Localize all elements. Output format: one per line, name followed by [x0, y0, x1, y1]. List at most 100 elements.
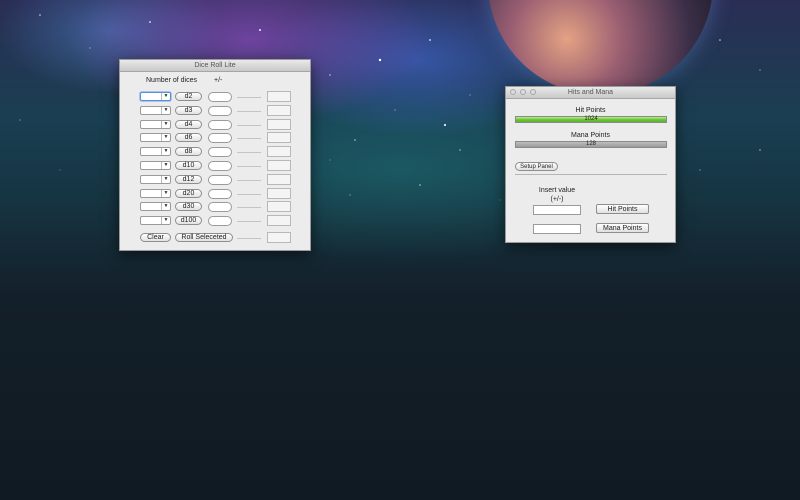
roll-d8-button[interactable]: d8 [175, 147, 202, 157]
roll-result-box [267, 132, 291, 144]
roll-result-box [267, 146, 291, 158]
result-separator [237, 110, 261, 112]
chevron-down-icon[interactable]: ▼ [161, 175, 170, 183]
chevron-down-icon[interactable]: ▼ [161, 120, 170, 128]
hit-points-label: Hit Points [575, 107, 606, 114]
insert-value-label: Insert value [538, 187, 576, 194]
dice-row-d30: ▼ d30 [120, 201, 310, 213]
roll-selected-button[interactable]: Roll Seleceted [175, 233, 233, 242]
roll-result-box [267, 201, 291, 213]
dice-count-combo[interactable]: ▼ [140, 119, 171, 129]
roll-d12-button[interactable]: d12 [175, 174, 202, 184]
mana-points-label: Mana Points [571, 132, 610, 139]
modifier-field[interactable] [208, 188, 232, 199]
result-separator [237, 138, 261, 140]
mana-points-bar: 128 [515, 141, 667, 148]
dice-count-combo[interactable]: ▼ [140, 188, 171, 198]
zoom-window-button[interactable] [530, 89, 536, 95]
hm-window-titlebar[interactable]: Hits and Mana [506, 87, 675, 99]
dice-actions-row: Clear Roll Seleceted [120, 232, 310, 244]
roll-result-box [267, 91, 291, 102]
result-separator [237, 207, 261, 209]
total-result-box [267, 232, 291, 243]
chevron-down-icon[interactable]: ▼ [161, 189, 170, 197]
dice-row-d3: ▼ d3 [120, 104, 310, 117]
roll-d3-button[interactable]: d3 [175, 105, 202, 115]
roll-result-box [267, 215, 291, 227]
roll-result-box [267, 104, 291, 116]
dice-row-d100: ▼ d100 [120, 215, 310, 227]
dice-row-d12: ▼ d12 [120, 173, 310, 186]
dice-count-combo[interactable]: ▼ [140, 133, 171, 143]
dice-count-combo[interactable]: ▼ [140, 161, 171, 170]
dice-row-d8: ▼ d8 [120, 146, 310, 158]
dice-count-combo[interactable]: ▼ [140, 216, 171, 226]
window-controls [510, 89, 536, 95]
mana-points-input[interactable] [533, 224, 581, 234]
result-separator [237, 221, 261, 223]
roll-d4-button[interactable]: d4 [175, 119, 202, 129]
dice-count-combo[interactable]: ▼ [140, 92, 171, 101]
roll-result-box [267, 160, 291, 171]
roll-d100-button[interactable]: d100 [175, 216, 202, 226]
chevron-down-icon[interactable]: ▼ [161, 93, 170, 100]
roll-d10-button[interactable]: d10 [175, 161, 202, 170]
dice-window-title: Dice Roll Lite [194, 62, 236, 69]
chevron-down-icon[interactable]: ▼ [161, 148, 170, 156]
roll-d20-button[interactable]: d20 [175, 188, 202, 198]
result-separator [237, 124, 261, 126]
mana-points-value: 128 [585, 141, 596, 147]
result-separator [237, 152, 261, 154]
roll-d6-button[interactable]: d6 [175, 133, 202, 143]
minimize-window-button[interactable] [520, 89, 526, 95]
chevron-down-icon[interactable]: ▼ [161, 134, 170, 142]
modifier-field[interactable] [208, 161, 232, 171]
modifier-field[interactable] [208, 216, 232, 227]
roll-d30-button[interactable]: d30 [175, 202, 202, 212]
modifier-field[interactable] [208, 119, 232, 130]
clear-button[interactable]: Clear [140, 233, 171, 242]
total-separator [237, 238, 261, 239]
modifier-field[interactable] [208, 133, 232, 144]
dice-count-combo[interactable]: ▼ [140, 147, 171, 157]
hit-points-value: 1024 [584, 116, 598, 122]
insert-value-hint: (+/-) [550, 196, 564, 203]
chevron-down-icon[interactable]: ▼ [161, 106, 170, 114]
modifier-field[interactable] [208, 174, 232, 185]
dice-count-combo[interactable]: ▼ [140, 202, 171, 212]
roll-result-box [267, 118, 291, 130]
hm-window-title: Hits and Mana [567, 89, 614, 96]
modifier-field[interactable] [208, 202, 232, 213]
roll-result-box [267, 187, 291, 199]
close-window-button[interactable] [510, 89, 516, 95]
roll-result-box [267, 173, 291, 185]
setup-separator [515, 174, 667, 175]
modifier-field[interactable] [208, 92, 232, 102]
plus-minus-header: +/- [214, 77, 223, 84]
number-of-dices-header: Number of dices [146, 77, 197, 84]
modifier-field[interactable] [208, 147, 232, 158]
hit-points-input[interactable] [533, 205, 581, 215]
chevron-down-icon[interactable]: ▼ [161, 162, 170, 169]
dice-row-d20: ▼ d20 [120, 187, 310, 200]
roll-d2-button[interactable]: d2 [175, 92, 202, 101]
result-separator [237, 179, 261, 181]
modifier-field[interactable] [208, 105, 232, 116]
dice-row-d2: ▼ d2 [120, 91, 310, 103]
dice-count-combo[interactable]: ▼ [140, 174, 171, 184]
setup-panel-button[interactable]: Setup Panel [515, 162, 558, 171]
dice-row-d10: ▼ d10 [120, 160, 310, 172]
chevron-down-icon[interactable]: ▼ [161, 217, 170, 225]
dice-row-d6: ▼ d6 [120, 132, 310, 144]
result-separator [237, 166, 261, 167]
hit-points-bar: 1024 [515, 116, 667, 123]
result-separator [237, 193, 261, 195]
hit-points-button[interactable]: Hit Points [596, 204, 649, 214]
result-separator [237, 97, 261, 98]
dice-row-d4: ▼ d4 [120, 118, 310, 131]
dice-count-combo[interactable]: ▼ [140, 105, 171, 115]
mana-points-button[interactable]: Mana Points [596, 223, 649, 233]
dice-window-titlebar[interactable]: Dice Roll Lite [120, 60, 310, 72]
dice-roll-window: Dice Roll Lite Number of dices +/- ▼ d2 ▼ d… [119, 59, 311, 251]
chevron-down-icon[interactable]: ▼ [161, 203, 170, 211]
